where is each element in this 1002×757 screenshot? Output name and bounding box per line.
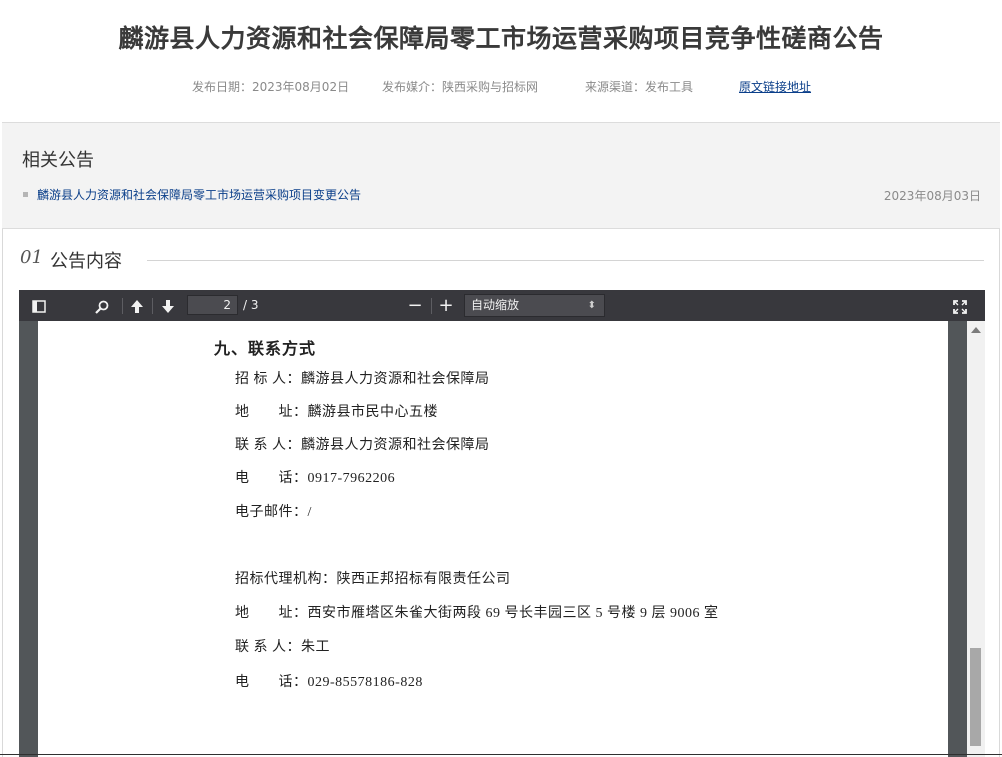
contact-line: 招 标 人：麟游县人力资源和社会保障局 — [235, 372, 490, 387]
bottom-divider — [0, 754, 1002, 755]
toolbar-separator — [431, 298, 432, 314]
search-icon[interactable] — [92, 290, 112, 321]
zoom-out-icon[interactable]: − — [405, 290, 425, 321]
contact-line: 联 系 人：朱工 — [235, 640, 330, 655]
zoom-select[interactable]: 自动缩放 ⬍ — [464, 294, 605, 317]
contact-heading: 九、联系方式 — [214, 341, 317, 358]
announcement-header: 麟游县人力资源和社会保障局零工市场运营采购项目竞争性磋商公告 发布日期：2023… — [0, 0, 1002, 122]
section-number: 01 — [20, 247, 43, 268]
toolbar-separator — [152, 298, 153, 314]
related-announcement-link[interactable]: 麟游县人力资源和社会保障局零工市场运营采购项目变更公告 — [37, 186, 361, 203]
select-arrows-icon: ⬍ — [587, 300, 596, 311]
publish-media: 发布媒介：陕西采购与招标网 — [382, 80, 539, 94]
next-page-icon[interactable] — [157, 290, 179, 321]
related-title: 相关公告 — [22, 150, 94, 171]
presentation-mode-icon[interactable] — [950, 290, 970, 321]
scroll-up-icon[interactable] — [971, 327, 981, 333]
sidebar-toggle-icon[interactable] — [29, 290, 49, 321]
pdf-page: 九、联系方式 招 标 人：麟游县人力资源和社会保障局 地 址：麟游县市民中心五楼… — [38, 321, 948, 757]
contact-line: 电子邮件：/ — [235, 505, 312, 520]
contact-line: 地 址：西安市雁塔区朱雀大街两段 69 号长丰园三区 5 号楼 9 层 9006… — [235, 606, 719, 621]
scrollbar-thumb[interactable] — [970, 648, 981, 746]
zoom-in-icon[interactable]: + — [436, 290, 456, 321]
vertical-scrollbar[interactable] — [967, 321, 985, 757]
related-announcement-date: 2023年08月03日 — [883, 189, 981, 203]
original-link[interactable]: 原文链接地址 — [739, 78, 811, 95]
page-number-input[interactable]: 2 — [187, 295, 238, 315]
list-bullet-icon — [23, 192, 28, 197]
pdf-viewer: 2 / 3 − + 自动缩放 ⬍ 九、联系方式 招 标 人：麟游县人力资源和社会… — [19, 290, 985, 757]
page-count: / 3 — [243, 298, 259, 312]
pdf-toolbar: 2 / 3 − + 自动缩放 ⬍ — [19, 290, 985, 321]
related-announcements: 相关公告 麟游县人力资源和社会保障局零工市场运营采购项目变更公告 2023年08… — [2, 122, 1000, 229]
contact-line: 联 系 人：麟游县人力资源和社会保障局 — [235, 438, 490, 453]
previous-page-icon[interactable] — [126, 290, 148, 321]
toolbar-separator — [122, 298, 123, 314]
section-title: 公告内容 — [50, 251, 122, 272]
zoom-select-value: 自动缩放 — [471, 298, 520, 312]
contact-line: 招标代理机构：陕西正邦招标有限责任公司 — [235, 572, 511, 587]
page-title: 麟游县人力资源和社会保障局零工市场运营采购项目竞争性磋商公告 — [118, 24, 884, 53]
contact-line: 电 话：029-85578186-828 — [235, 675, 423, 690]
section-divider — [147, 260, 984, 261]
publish-date: 发布日期：2023年08月02日 — [192, 80, 350, 94]
source-channel: 来源渠道：发布工具 — [585, 80, 694, 94]
contact-line: 电 话：0917-7962206 — [235, 471, 396, 486]
contact-line: 地 址：麟游县市民中心五楼 — [235, 405, 438, 420]
